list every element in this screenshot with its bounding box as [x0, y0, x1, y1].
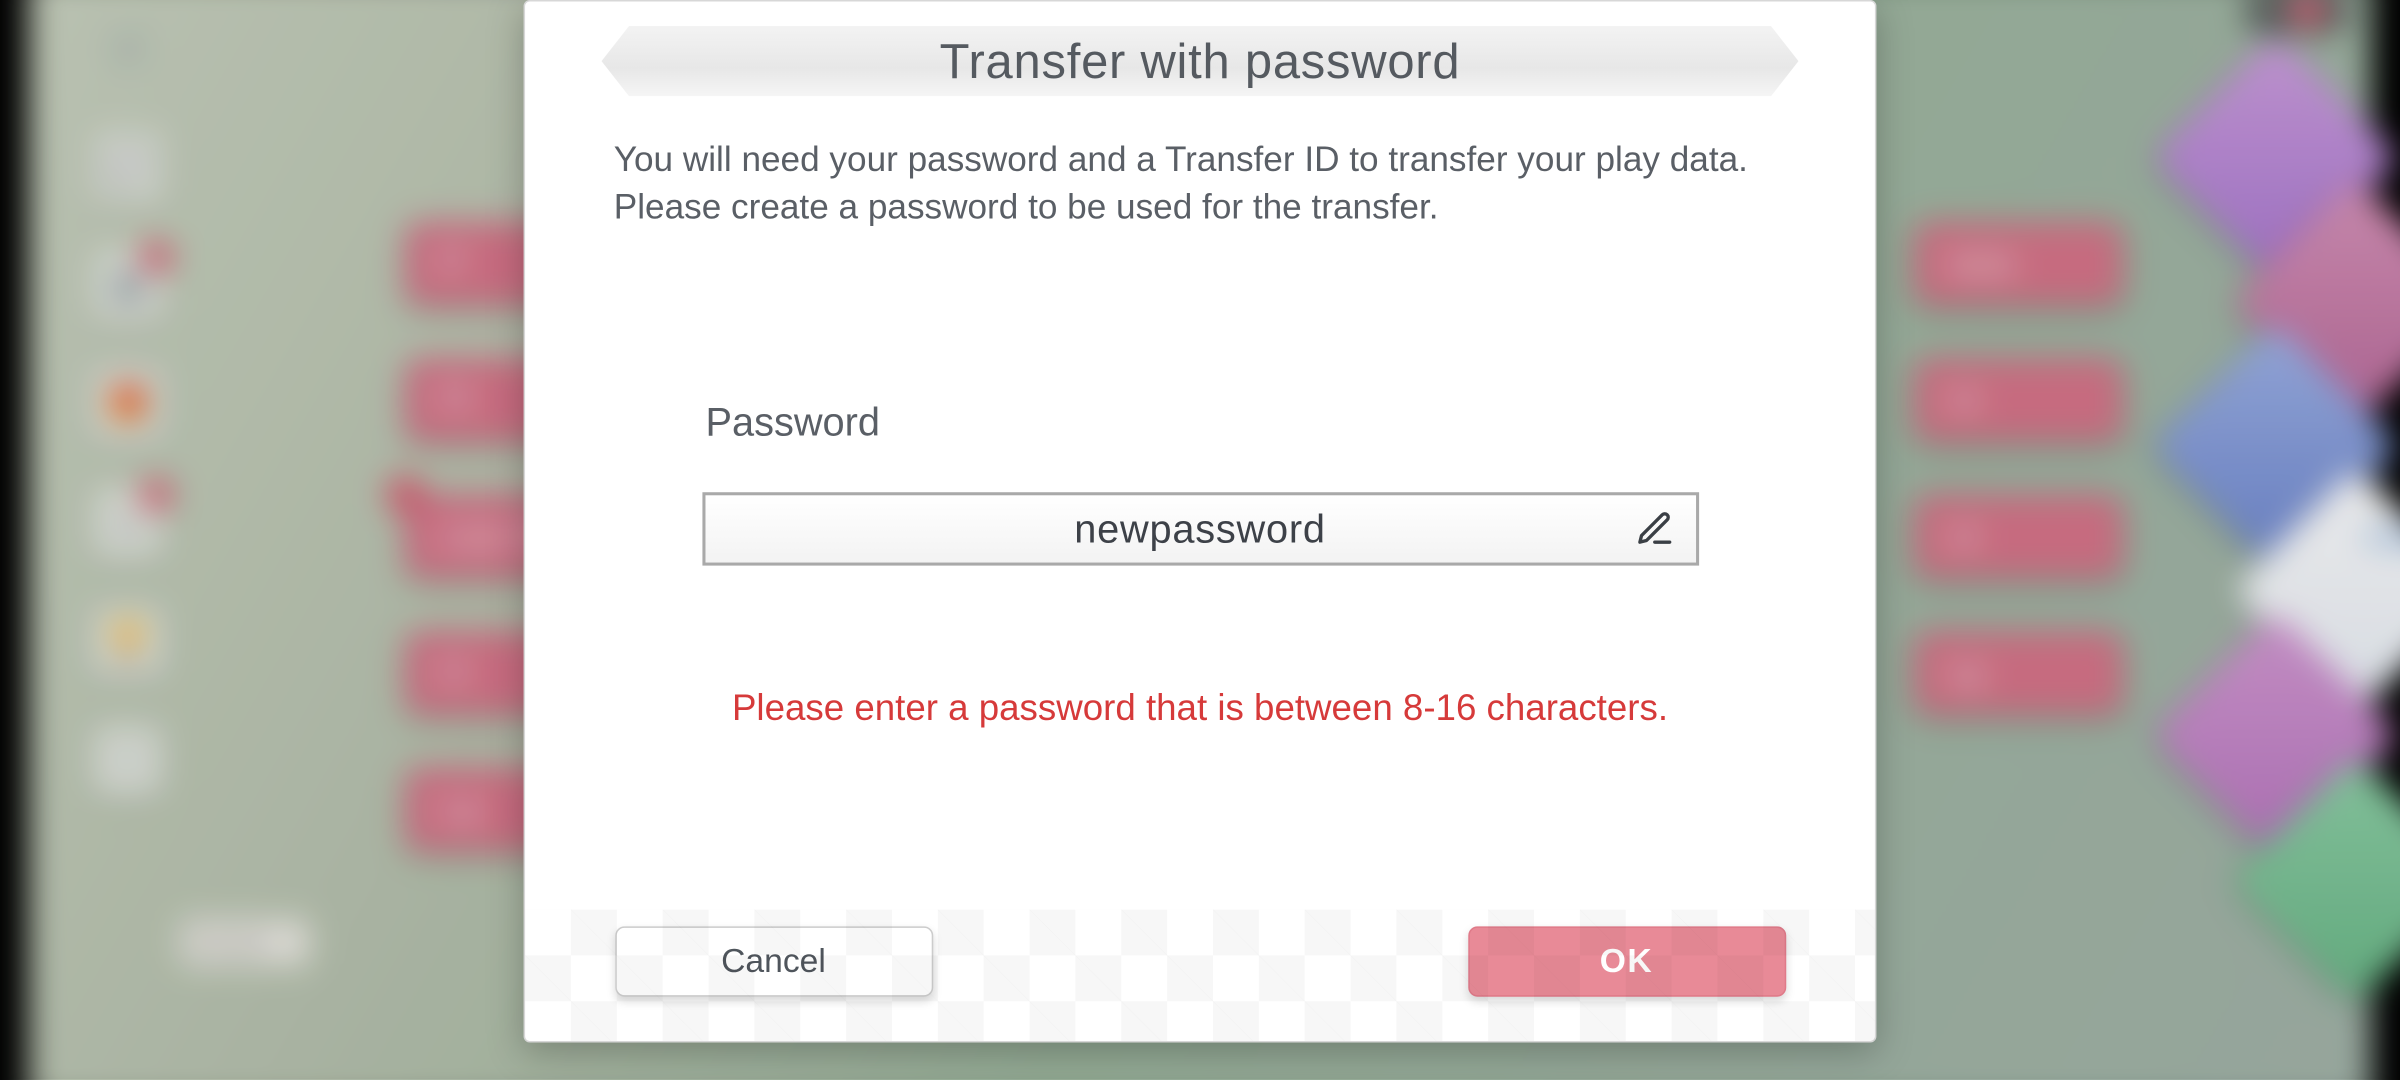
- ok-button[interactable]: OK: [1468, 927, 1786, 997]
- transfer-password-dialog: Transfer with password You will need you…: [524, 0, 1877, 1043]
- cancel-button[interactable]: Cancel: [615, 927, 933, 997]
- password-error-message: Please enter a password that is between …: [614, 688, 1786, 731]
- dialog-footer: Cancel OK: [525, 910, 1875, 1041]
- password-value: newpassword: [1074, 506, 1325, 553]
- dialog-title: Transfer with password: [940, 33, 1461, 90]
- password-label: Password: [614, 399, 1786, 446]
- edit-icon: [1634, 510, 1674, 550]
- dialog-header: Transfer with password: [525, 2, 1875, 121]
- dialog-description: You will need your password and a Transf…: [614, 136, 1786, 231]
- password-input[interactable]: newpassword: [702, 493, 1699, 566]
